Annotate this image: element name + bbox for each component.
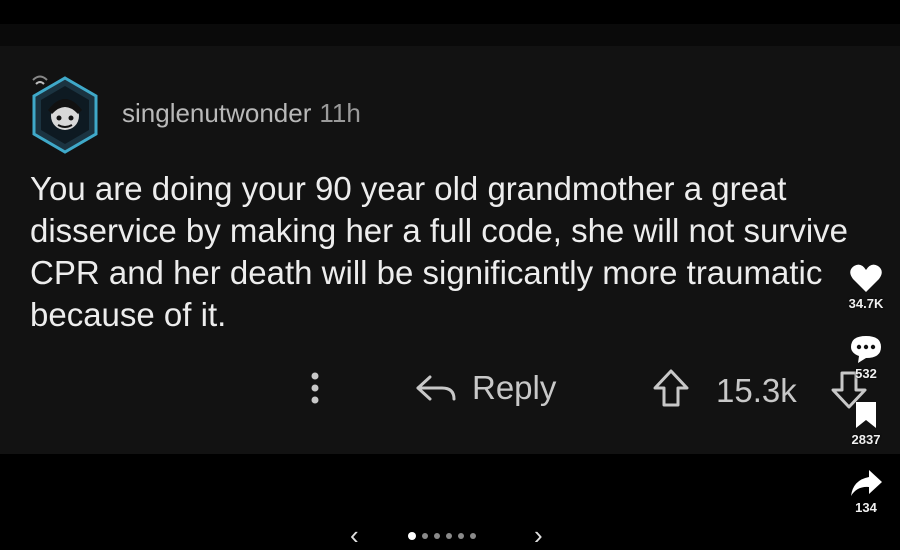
comment-header: singlenutwonder 11h xyxy=(122,98,361,129)
carousel-dot[interactable] xyxy=(446,533,452,539)
save-button[interactable]: 2837 xyxy=(836,400,896,447)
upvote-button[interactable] xyxy=(652,368,690,408)
carousel-dot[interactable] xyxy=(408,532,416,540)
next-slide-button[interactable]: › xyxy=(534,520,543,550)
comment-card: singlenutwonder 11h You are doing your 90… xyxy=(0,46,900,454)
carousel-dot[interactable] xyxy=(470,533,476,539)
carousel-pager: ‹ › xyxy=(350,520,550,550)
save-count: 2837 xyxy=(851,432,881,447)
top-bar xyxy=(0,0,900,26)
carousel-dot[interactable] xyxy=(422,533,428,539)
upvote-arrow-icon xyxy=(653,369,689,407)
username[interactable]: singlenutwonder xyxy=(122,98,311,128)
carousel-dots xyxy=(408,532,482,540)
bookmark-icon xyxy=(856,402,876,428)
prev-slide-button[interactable]: ‹ xyxy=(350,520,359,550)
comment-count: 532 xyxy=(855,366,877,381)
vote-score: 15.3k xyxy=(716,372,797,409)
share-arrow-icon xyxy=(851,470,882,496)
hexagon-avatar-icon xyxy=(32,75,98,154)
comment-time: 11h xyxy=(319,98,361,128)
share-count: 134 xyxy=(855,500,877,515)
reply-label: Reply xyxy=(472,369,557,406)
like-count: 34.7K xyxy=(848,296,884,311)
reply-button[interactable]: Reply xyxy=(414,366,556,410)
top-divider xyxy=(0,24,900,46)
vertical-ellipsis-icon xyxy=(311,372,319,404)
like-button[interactable]: 34.7K xyxy=(836,262,896,311)
reply-arrow-icon xyxy=(416,375,456,401)
comment-body: You are doing your 90 year old grandmoth… xyxy=(30,170,849,333)
comment-bubble-icon xyxy=(851,336,881,363)
side-action-rail: 34.7K 532 2837 134 xyxy=(836,262,896,550)
user-avatar[interactable] xyxy=(28,74,102,156)
carousel-dot[interactable] xyxy=(434,533,440,539)
heart-icon xyxy=(850,264,882,292)
comments-button[interactable]: 532 xyxy=(836,334,896,381)
carousel-dot[interactable] xyxy=(458,533,464,539)
share-button[interactable]: 134 xyxy=(836,468,896,515)
comment-actions: Reply 15.3k xyxy=(0,364,900,414)
more-options-button[interactable] xyxy=(302,368,328,408)
